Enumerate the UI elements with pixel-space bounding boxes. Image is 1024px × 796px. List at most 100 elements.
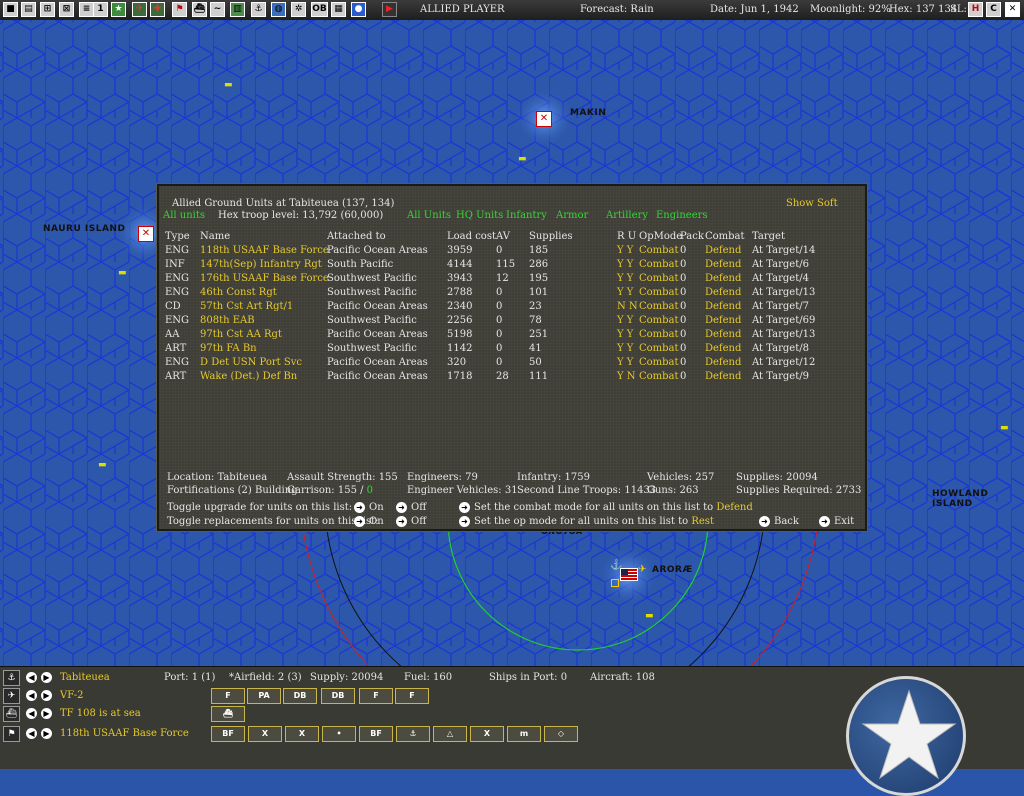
- col-header-av[interactable]: AV: [496, 231, 510, 242]
- set-combat-mode[interactable]: ➜ Set the combat mode for all units on th…: [459, 502, 753, 513]
- us-flag-icon[interactable]: [620, 568, 638, 581]
- cell-name[interactable]: 57th Cst Art Rgt/1: [200, 301, 293, 312]
- col-header-ru[interactable]: R U: [617, 231, 636, 242]
- prev-arrow-icon[interactable]: ◀: [26, 708, 37, 719]
- cell-opmode[interactable]: Combat: [639, 343, 679, 354]
- cell-name[interactable]: 46th Const Rgt: [200, 287, 277, 298]
- filter-engineers[interactable]: Engineers: [656, 210, 708, 221]
- patrol-icon[interactable]: PA: [247, 688, 281, 704]
- filter-infantry[interactable]: Infantry: [506, 210, 547, 221]
- base-name[interactable]: Tabiteuea: [60, 672, 110, 683]
- cell-ru[interactable]: Y Y: [617, 273, 633, 284]
- cell-name[interactable]: 97th Cst AA Rgt: [200, 329, 282, 340]
- plane-icon[interactable]: ✈: [3, 688, 20, 704]
- upgrade-off-button[interactable]: ➜ Off: [396, 502, 426, 513]
- ship-icon[interactable]: ▬: [1000, 423, 1009, 433]
- next-arrow-icon[interactable]: ▶: [41, 672, 52, 683]
- col-header-opmode[interactable]: OpMode: [639, 231, 682, 242]
- aa-icon[interactable]: △: [433, 726, 467, 742]
- infantry-icon[interactable]: X: [285, 726, 319, 742]
- cell-combat[interactable]: Defend: [705, 259, 741, 270]
- cell-name[interactable]: Wake (Det.) Def Bn: [200, 371, 297, 382]
- engineer-icon[interactable]: X: [248, 726, 282, 742]
- globe-icon[interactable]: ◍: [271, 2, 286, 17]
- cell-name[interactable]: 97th FA Bn: [200, 343, 257, 354]
- cell-opmode[interactable]: Combat: [639, 245, 679, 256]
- fighter-icon[interactable]: F: [359, 688, 393, 704]
- cell-ru[interactable]: N N: [617, 301, 638, 312]
- ground-unit-name[interactable]: 118th USAAF Base Force: [60, 728, 189, 739]
- cell-opmode[interactable]: Combat: [639, 273, 679, 284]
- prev-arrow-icon[interactable]: ◀: [26, 728, 37, 739]
- naval-icon[interactable]: ⚓: [396, 726, 430, 742]
- flag-icon[interactable]: ⚑: [172, 2, 187, 17]
- op-mode-value[interactable]: Rest: [691, 516, 714, 527]
- cell-name[interactable]: 808th EAB: [200, 315, 255, 326]
- ob-icon[interactable]: OB: [311, 2, 328, 17]
- cell-opmode[interactable]: Combat: [639, 287, 679, 298]
- set-op-mode[interactable]: ➜ Set the op mode for all units on this l…: [459, 516, 714, 527]
- ship-icon[interactable]: ⛴: [3, 706, 20, 722]
- filter-armor[interactable]: Armor: [556, 210, 588, 221]
- report-icon[interactable]: ⊞: [40, 2, 55, 17]
- info-icon[interactable]: ≡: [79, 2, 94, 17]
- filter-artillery[interactable]: Artillery: [606, 210, 648, 221]
- col-header-pack[interactable]: Pack: [680, 231, 704, 242]
- fighter-icon[interactable]: F: [395, 688, 429, 704]
- replace-off-button[interactable]: ➜ Off: [396, 516, 426, 527]
- fighter-icon[interactable]: F: [211, 688, 245, 704]
- task-force-name[interactable]: TF 108 is at sea: [60, 708, 141, 719]
- cell-ru[interactable]: Y Y: [617, 357, 633, 368]
- col-header-target[interactable]: Target: [752, 231, 785, 242]
- all-units-link[interactable]: All units: [163, 210, 205, 221]
- cell-name[interactable]: 147th(Sep) Infantry Rgt: [200, 259, 322, 270]
- cell-combat[interactable]: Defend: [705, 343, 741, 354]
- base-icon[interactable]: ▥: [230, 2, 245, 17]
- home-icon[interactable]: ■: [3, 2, 18, 17]
- cell-opmode[interactable]: Combat: [639, 329, 679, 340]
- japanese-base-icon[interactable]: ✕: [138, 226, 154, 242]
- col-header-supplies[interactable]: Supplies: [529, 231, 573, 242]
- document-icon[interactable]: ▤: [21, 2, 36, 17]
- cell-combat[interactable]: Defend: [705, 357, 741, 368]
- hq-icon[interactable]: ⚓: [251, 2, 266, 17]
- aircraft-icon[interactable]: ✈: [132, 2, 147, 17]
- cell-ru[interactable]: Y Y: [617, 315, 633, 326]
- combat-mode-value[interactable]: Defend: [716, 502, 752, 513]
- cell-ru[interactable]: Y N: [617, 371, 636, 382]
- cell-opmode[interactable]: Combat: [639, 357, 679, 368]
- ship-icon[interactable]: ▬: [645, 611, 654, 621]
- anchor-icon[interactable]: ⚓: [3, 670, 20, 686]
- exit-button[interactable]: ➜ Exit: [819, 516, 854, 527]
- cell-ru[interactable]: Y Y: [617, 245, 633, 256]
- cell-combat[interactable]: Defend: [705, 245, 741, 256]
- intel-icon[interactable]: 1: [93, 2, 108, 17]
- cell-opmode[interactable]: Combat: [639, 259, 679, 270]
- unit-icon[interactable]: •: [322, 726, 356, 742]
- cell-name[interactable]: 176th USAAF Base Force: [200, 273, 329, 284]
- flag-icon[interactable]: ⚑: [3, 726, 20, 742]
- turn-icon[interactable]: ●: [351, 2, 366, 17]
- cell-opmode[interactable]: Combat: [639, 371, 679, 382]
- cell-combat[interactable]: Defend: [705, 287, 741, 298]
- cell-opmode[interactable]: Combat: [639, 301, 679, 312]
- col-header-type[interactable]: Type: [165, 231, 190, 242]
- cell-ru[interactable]: Y Y: [617, 343, 633, 354]
- cell-combat[interactable]: Defend: [705, 301, 741, 312]
- ship-icon[interactable]: ▬: [98, 460, 107, 470]
- show-soft-toggle[interactable]: Show Soft: [786, 198, 838, 209]
- dive-bomber-icon[interactable]: DB: [321, 688, 355, 704]
- cell-name[interactable]: 118th USAAF Base Force: [200, 245, 329, 256]
- ground-units-icon[interactable]: ⊠: [59, 2, 74, 17]
- ship-icon[interactable]: ▬: [518, 154, 527, 164]
- col-header-load[interactable]: Load cost: [447, 231, 496, 242]
- filter-all-units[interactable]: All Units: [407, 210, 451, 221]
- cell-combat[interactable]: Defend: [705, 315, 741, 326]
- close-icon[interactable]: ✕: [1005, 2, 1020, 17]
- cell-ru[interactable]: Y Y: [617, 329, 633, 340]
- ship-icon[interactable]: ▬: [118, 268, 127, 278]
- construction-icon[interactable]: m: [507, 726, 541, 742]
- air-unit-name[interactable]: VF-2: [60, 690, 83, 701]
- base-force-icon[interactable]: BF: [359, 726, 393, 742]
- medic-icon[interactable]: ✚: [150, 2, 165, 17]
